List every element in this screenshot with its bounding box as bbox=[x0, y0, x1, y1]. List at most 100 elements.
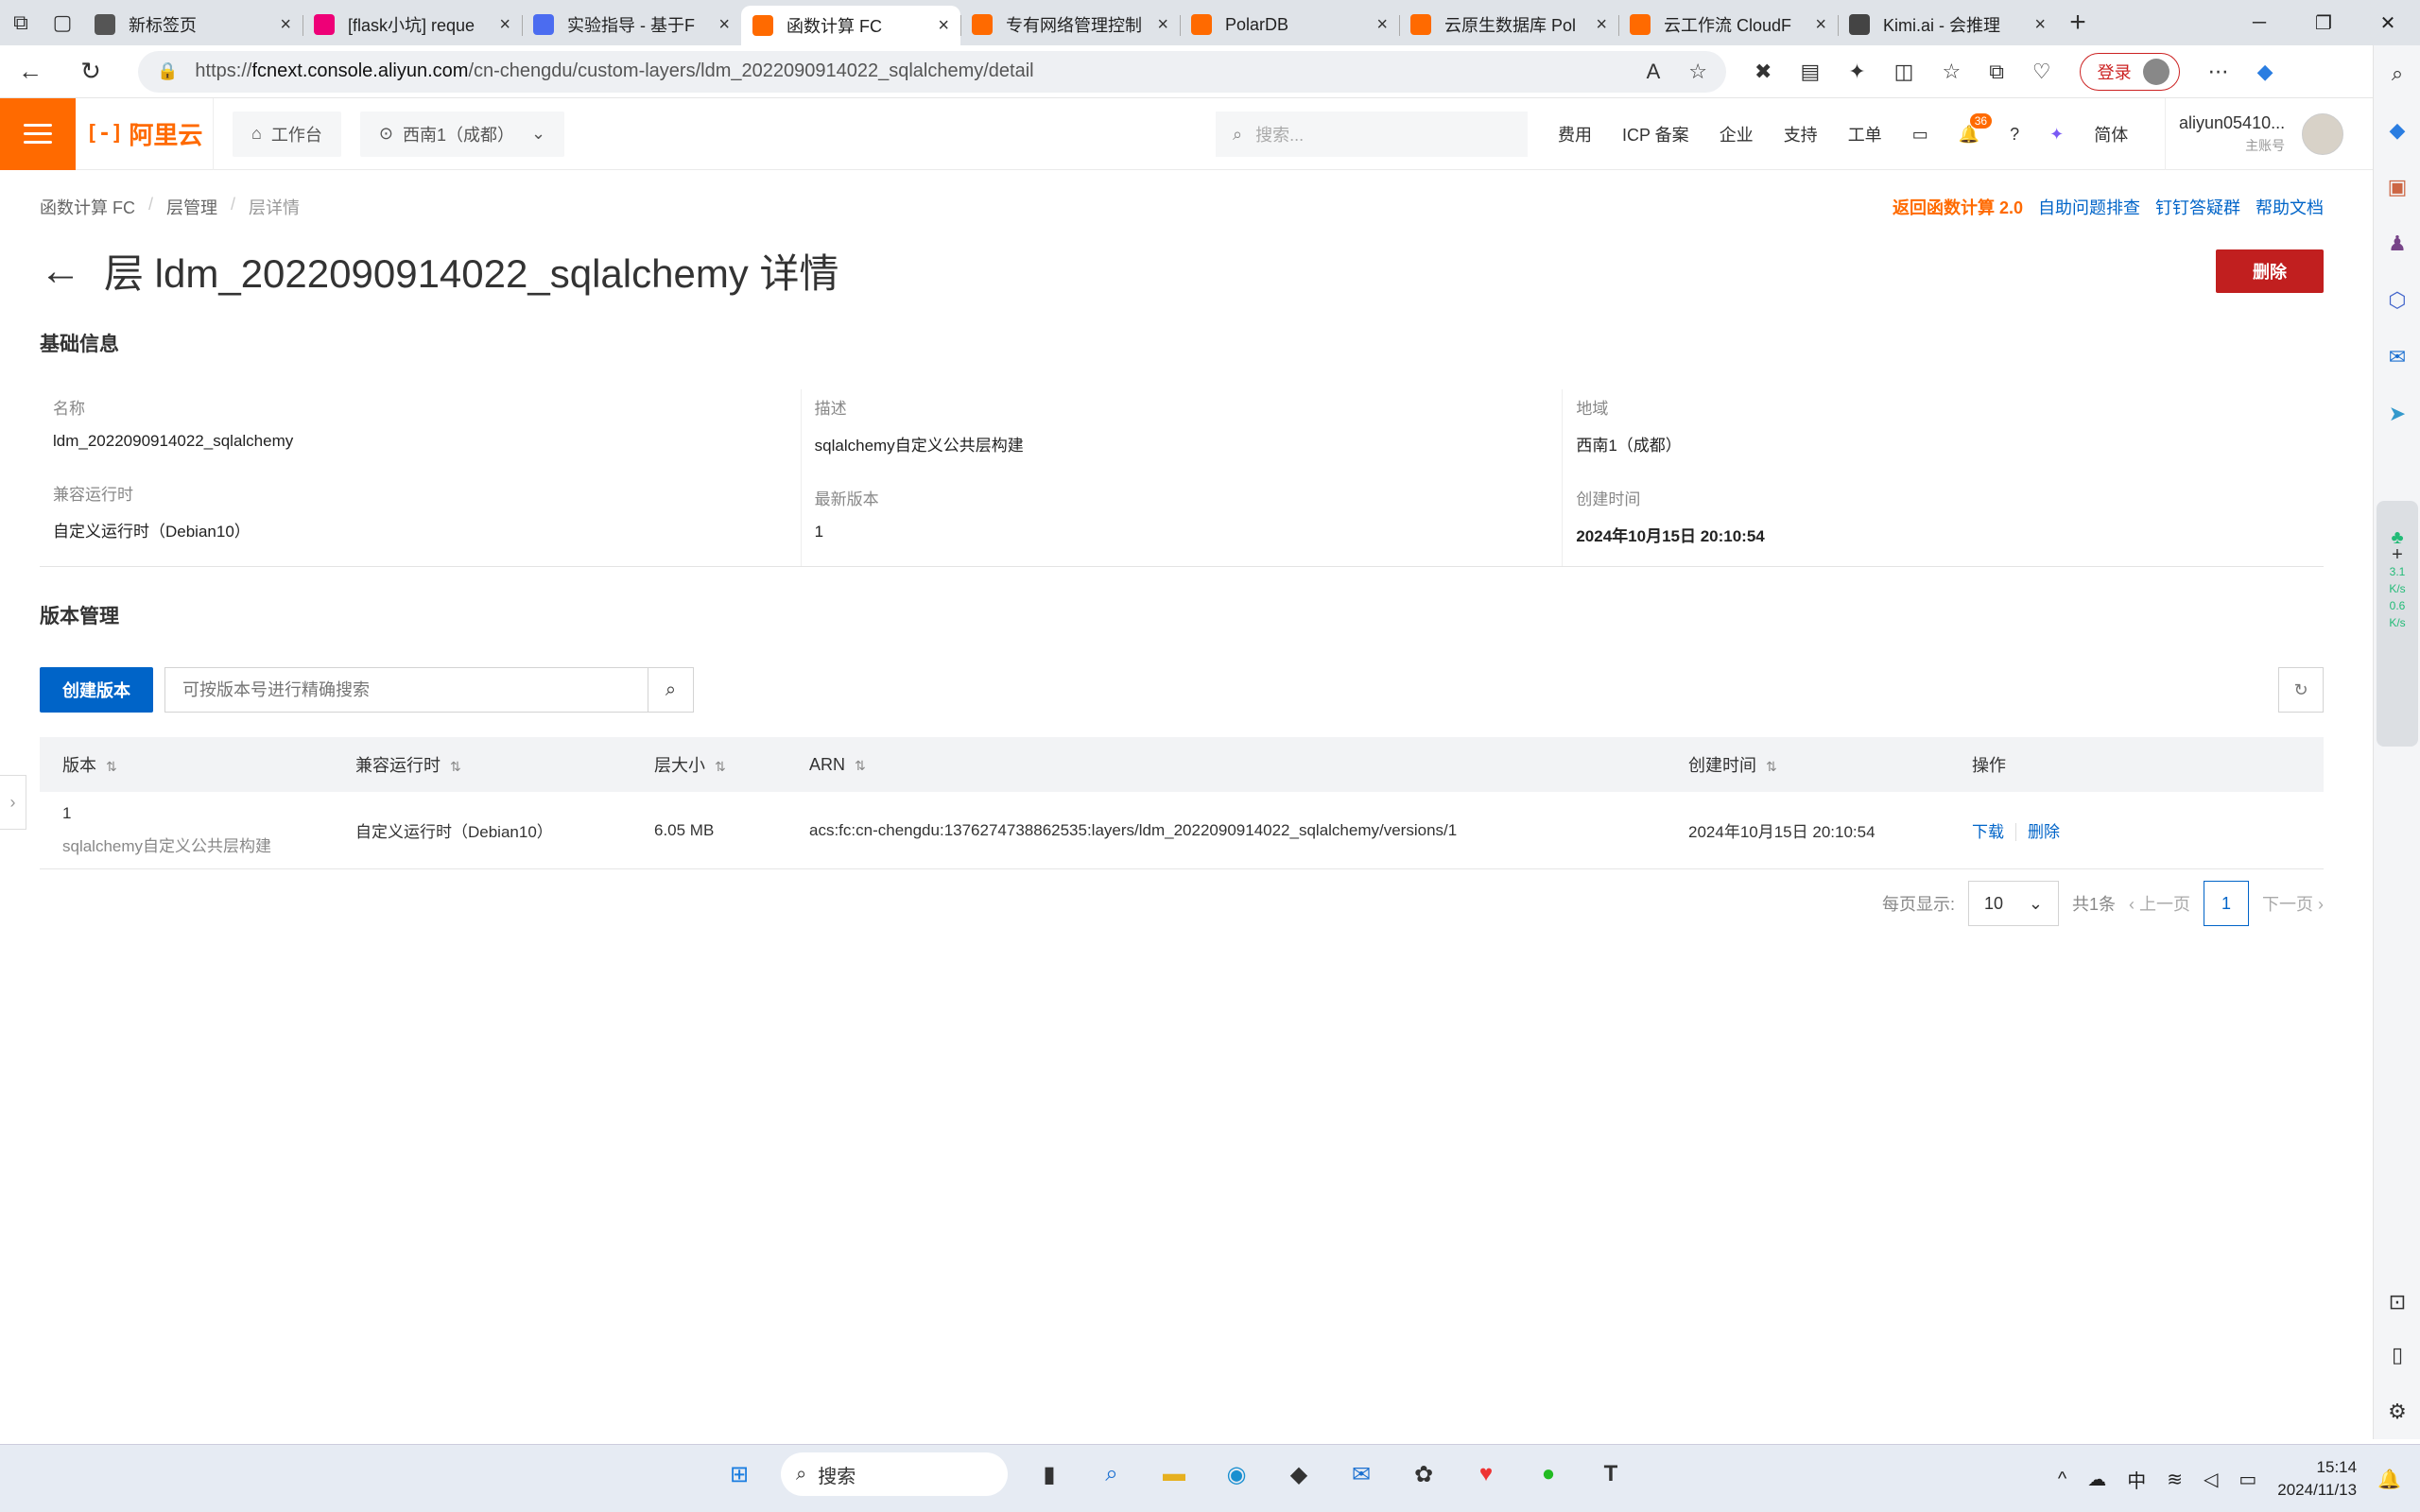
sort-icon[interactable]: ⇅ bbox=[450, 759, 461, 774]
region-selector[interactable]: ⊙ 西南1（成都） ⌄ bbox=[359, 111, 565, 157]
sidebar-games-icon[interactable]: ♟ bbox=[2374, 215, 2420, 272]
edge-browser-icon[interactable]: ◉ bbox=[1216, 1453, 1257, 1495]
browser-tab[interactable]: 实验指导 - 基于F × bbox=[522, 6, 741, 43]
col-size[interactable]: 层大小 bbox=[654, 756, 705, 775]
wifi-icon[interactable]: ≋ bbox=[2167, 1468, 2183, 1491]
sidebar-send-icon[interactable]: ➤ bbox=[2374, 386, 2420, 442]
nav-icp[interactable]: ICP 备案 bbox=[1622, 122, 1689, 146]
expand-sidebar-handle[interactable]: › bbox=[0, 775, 26, 830]
tray-overflow-icon[interactable]: ^ bbox=[2058, 1469, 2066, 1490]
help-icon[interactable]: ? bbox=[2010, 125, 2019, 145]
tab-close-icon[interactable]: × bbox=[938, 15, 949, 37]
cloud-shell-icon[interactable]: ▭ bbox=[1912, 125, 1928, 145]
col-runtime[interactable]: 兼容运行时 bbox=[355, 756, 441, 775]
close-window-icon[interactable]: ✕ bbox=[2356, 0, 2420, 45]
extensions-icon[interactable]: ✦ bbox=[1848, 60, 1865, 84]
back-icon[interactable]: ← bbox=[0, 45, 60, 98]
breadcrumb-fc[interactable]: 函数计算 FC bbox=[40, 195, 135, 219]
nav-fees[interactable]: 费用 bbox=[1558, 122, 1592, 146]
language-switch[interactable]: 简体 bbox=[2094, 122, 2128, 146]
ime-indicator[interactable]: 中 bbox=[2127, 1466, 2146, 1493]
sort-icon[interactable]: ⇅ bbox=[1766, 759, 1777, 774]
col-created[interactable]: 创建时间 bbox=[1688, 756, 1756, 775]
tab-close-icon[interactable]: × bbox=[1376, 14, 1388, 36]
browser-tab[interactable]: 云原生数据库 Pol × bbox=[1399, 6, 1618, 43]
account-menu[interactable]: aliyun05410... 主账号 bbox=[2165, 98, 2344, 170]
task-view-icon[interactable]: ▮ bbox=[1028, 1453, 1070, 1495]
self-check-link[interactable]: 自助问题排查 bbox=[2038, 195, 2140, 219]
reading-list-icon[interactable]: ▤ bbox=[1800, 60, 1820, 84]
delete-version-link[interactable]: 删除 bbox=[2015, 823, 2060, 841]
volume-icon[interactable]: ◁ bbox=[2204, 1468, 2218, 1491]
onedrive-icon[interactable]: ☁ bbox=[2087, 1468, 2106, 1491]
minimize-icon[interactable]: ─ bbox=[2227, 0, 2291, 45]
more-menu-icon[interactable]: ⋯ bbox=[2208, 60, 2229, 84]
browser-tab[interactable]: PolarDB × bbox=[1180, 6, 1399, 43]
login-button[interactable]: 登录 bbox=[2079, 52, 2180, 91]
create-version-button[interactable]: 创建版本 bbox=[40, 667, 153, 713]
tab-close-icon[interactable]: × bbox=[280, 14, 291, 36]
typora-icon[interactable]: T bbox=[1590, 1453, 1632, 1495]
refresh-icon[interactable]: ↻ bbox=[2278, 667, 2324, 713]
col-version[interactable]: 版本 bbox=[62, 756, 96, 775]
sidebar-outlook-icon[interactable]: ✉ bbox=[2374, 329, 2420, 386]
browser-tab[interactable]: Kimi.ai - 会推理 × bbox=[1838, 6, 2057, 43]
search-app-icon[interactable]: ⌕ bbox=[1091, 1453, 1132, 1495]
wechat-icon[interactable]: ● bbox=[1528, 1453, 1569, 1495]
browser-tab[interactable]: 函数计算 FC × bbox=[741, 6, 960, 45]
copilot-icon[interactable]: ◆ bbox=[2257, 60, 2273, 84]
url-field[interactable]: 🔒 https://fcnext.console.aliyun.com/cn-c… bbox=[138, 50, 1726, 93]
windows-start-icon[interactable]: ⊞ bbox=[718, 1453, 760, 1495]
sidebar-toolbox-icon[interactable]: ▣ bbox=[2374, 159, 2420, 215]
tab-actions-icon[interactable]: ▢ bbox=[42, 0, 83, 45]
read-aloud-icon[interactable]: A bbox=[1647, 60, 1661, 84]
prev-page-button[interactable]: ‹ 上一页 bbox=[2129, 891, 2190, 916]
new-tab-button[interactable]: + bbox=[2057, 4, 2099, 42]
sort-icon[interactable]: ⇅ bbox=[106, 759, 117, 774]
sidebar-office-icon[interactable]: ⬡ bbox=[2374, 272, 2420, 329]
file-explorer-icon[interactable]: ▬ bbox=[1153, 1453, 1195, 1495]
ai-assistant-icon[interactable]: ✦ bbox=[2049, 125, 2064, 145]
next-page-button[interactable]: 下一页 › bbox=[2262, 891, 2324, 916]
workbench-button[interactable]: ⌂ 工作台 bbox=[233, 111, 341, 157]
version-search-input[interactable] bbox=[165, 668, 648, 712]
tab-close-icon[interactable]: × bbox=[1815, 14, 1826, 36]
taskbar-search[interactable]: ⌕ 搜索 bbox=[781, 1452, 1008, 1496]
per-page-select[interactable]: 10 ⌄ bbox=[1967, 881, 2059, 926]
workspaces-icon[interactable]: ⧉ bbox=[0, 0, 42, 45]
download-link[interactable]: 下载 bbox=[1972, 823, 2004, 841]
tab-close-icon[interactable]: × bbox=[499, 14, 510, 36]
reload-icon[interactable]: ↻ bbox=[60, 45, 121, 98]
tab-close-icon[interactable]: × bbox=[2034, 14, 2046, 36]
aliyun-logo[interactable]: [-] 阿里云 bbox=[76, 97, 214, 170]
notification-bell-icon[interactable]: 🔔 36 bbox=[1959, 112, 1993, 145]
back-arrow-icon[interactable]: ← bbox=[40, 248, 81, 295]
performance-icon[interactable]: ♡ bbox=[2032, 60, 2051, 84]
favorite-star-icon[interactable]: ☆ bbox=[1688, 60, 1707, 84]
browser-tab[interactable]: 专有网络管理控制 × bbox=[960, 6, 1180, 43]
split-screen-icon[interactable]: ◫ bbox=[1894, 60, 1914, 84]
app-game-icon[interactable]: ✿ bbox=[1403, 1453, 1444, 1495]
collections-icon[interactable]: ⧉ bbox=[1989, 60, 2004, 84]
tab-close-icon[interactable]: × bbox=[718, 14, 730, 36]
lock-icon[interactable]: 🔒 bbox=[157, 61, 178, 81]
app-red-icon[interactable]: ♥ bbox=[1465, 1453, 1507, 1495]
console-search-input[interactable]: ⌕ 搜索... bbox=[1216, 112, 1528, 157]
back-to-fc2-link[interactable]: 返回函数计算 2.0 bbox=[1893, 195, 2023, 219]
sidebar-screenshot-icon[interactable]: ⊡ bbox=[2374, 1274, 2420, 1331]
app-cat-icon[interactable]: ◆ bbox=[1278, 1453, 1320, 1495]
tab-close-icon[interactable]: × bbox=[1157, 14, 1168, 36]
sidebar-settings-icon[interactable]: ⚙ bbox=[2374, 1383, 2420, 1440]
notification-center-icon[interactable]: 🔔 bbox=[2377, 1468, 2401, 1491]
menu-hamburger-icon[interactable] bbox=[0, 97, 76, 170]
restore-icon[interactable]: ❐ bbox=[2291, 0, 2356, 45]
tab-close-icon[interactable]: × bbox=[1596, 14, 1607, 36]
sort-icon[interactable]: ⇅ bbox=[855, 758, 866, 773]
sidebar-tag-icon[interactable]: ◆ bbox=[2374, 102, 2420, 159]
sidebar-search-icon[interactable]: ⌕ bbox=[2374, 45, 2420, 102]
browser-tab[interactable]: 新标签页 × bbox=[83, 6, 302, 43]
current-page[interactable]: 1 bbox=[2204, 881, 2249, 926]
app-mail-icon[interactable]: ✉ bbox=[1340, 1453, 1382, 1495]
battery-icon[interactable]: ▭ bbox=[2238, 1468, 2256, 1491]
nav-enterprise[interactable]: 企业 bbox=[1720, 122, 1754, 146]
